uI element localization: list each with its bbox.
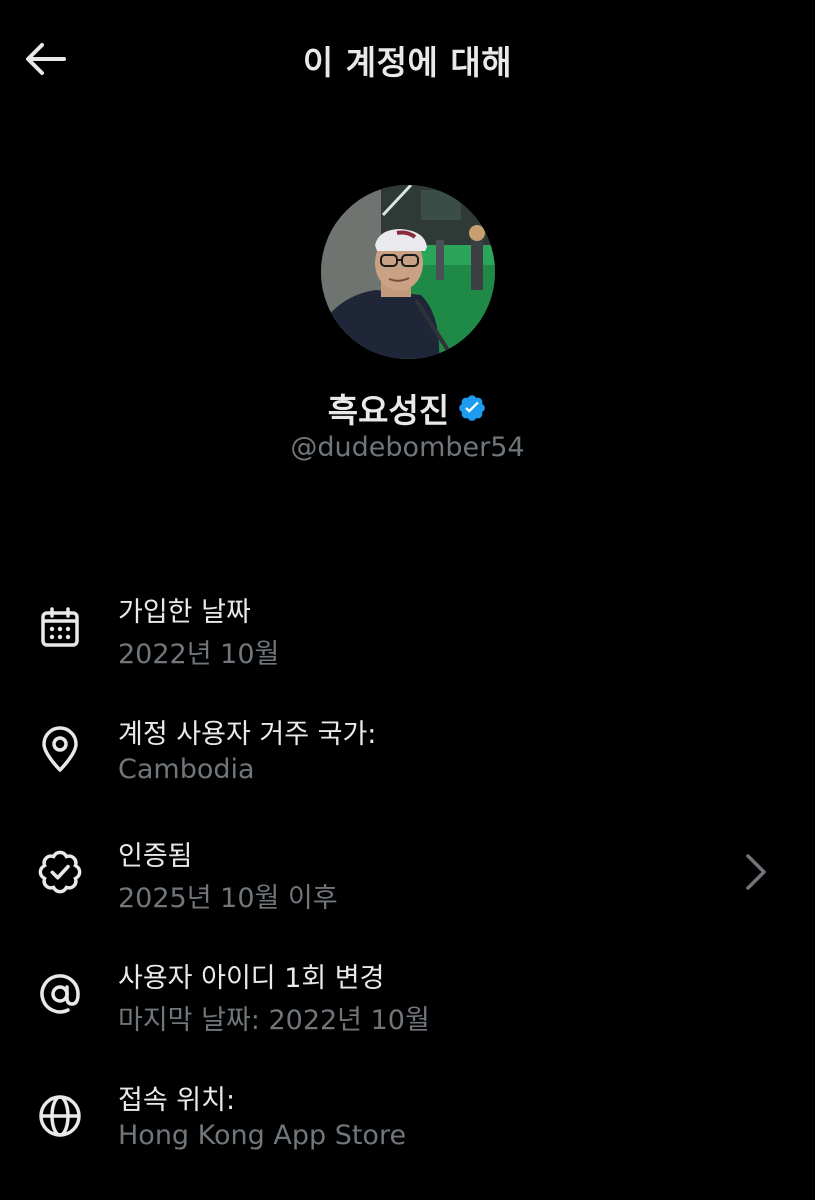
country-value: Cambodia: [118, 754, 255, 785]
avatar-photo: [321, 185, 495, 359]
verified-check-icon: [36, 848, 84, 896]
row-connected-via: 접속 위치: Hong Kong App Store: [0, 1076, 815, 1176]
connected-via-value: Hong Kong App Store: [118, 1120, 407, 1151]
username-changes-value: 마지막 날짜: 2022년 10월: [118, 1005, 430, 1036]
username-changes-label: 사용자 아이디 1회 변경: [118, 963, 385, 994]
row-country: 계정 사용자 거주 국가: Cambodia: [0, 710, 815, 810]
row-username-changes: 사용자 아이디 1회 변경 마지막 날짜: 2022년 10월: [0, 954, 815, 1054]
verified-value: 2025년 10월 이후: [118, 883, 338, 914]
about-account-screen: 이 계정에 대해 흑요성진 @dudebomber54 가입한 날짜 2022년…: [0, 0, 815, 1200]
header: 이 계정에 대해: [0, 0, 815, 120]
verified-label: 인증됨: [118, 841, 193, 872]
country-label: 계정 사용자 거주 국가:: [118, 719, 377, 750]
joined-date-value: 2022년 10월: [118, 639, 280, 670]
joined-date-label: 가입한 날짜: [118, 597, 251, 628]
display-name: 흑요성진: [327, 391, 450, 430]
row-verified[interactable]: 인증됨 2025년 10월 이후: [0, 832, 815, 932]
globe-icon: [36, 1092, 84, 1140]
location-pin-icon: [36, 726, 84, 774]
chevron-right-icon[interactable]: [738, 848, 774, 896]
handle: @dudebomber54: [290, 432, 525, 463]
connected-via-label: 접속 위치:: [118, 1085, 236, 1116]
avatar[interactable]: [321, 185, 495, 359]
page-title: 이 계정에 대해: [302, 43, 513, 82]
at-sign-icon: [36, 970, 84, 1018]
verified-badge-icon[interactable]: [457, 393, 487, 423]
row-joined-date: 가입한 날짜 2022년 10월: [0, 588, 815, 688]
display-name-row: 흑요성진: [0, 384, 815, 432]
calendar-icon: [36, 604, 84, 652]
